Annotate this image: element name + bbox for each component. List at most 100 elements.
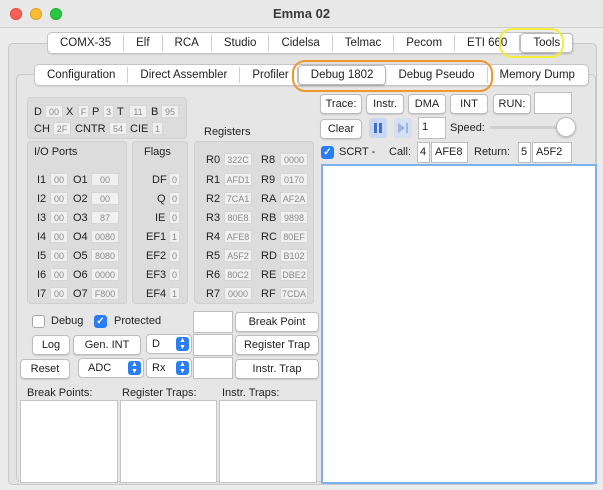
call-register-input[interactable]: 4: [417, 142, 430, 163]
tab-studio[interactable]: Studio: [212, 35, 270, 51]
reg-re-value: DBE2: [280, 268, 308, 281]
reg-r3-value: 80E8: [224, 211, 252, 224]
step-icon: [398, 123, 405, 133]
io-ports-title: I/O Ports: [34, 146, 78, 158]
chevron-updown-icon: ▲ ▼: [128, 361, 141, 375]
tab-elf[interactable]: Elf: [124, 35, 163, 51]
reg-r2-value: 7CA1: [224, 192, 252, 205]
register-select[interactable]: D ▲ ▼: [146, 334, 192, 354]
tab-telmac[interactable]: Telmac: [333, 35, 395, 51]
reg-b-label: B: [151, 106, 159, 118]
port-i3-label: I3: [37, 212, 47, 224]
reg-r5-value: A5F2: [224, 249, 252, 262]
pause-icon: [374, 123, 377, 133]
reg-r7-label: R7: [206, 288, 221, 300]
tab-rca[interactable]: RCA: [163, 35, 212, 51]
tab-configuration[interactable]: Configuration: [35, 67, 129, 83]
reg-r7-value: 0000: [224, 287, 252, 300]
pause-button[interactable]: [369, 118, 387, 138]
reg-p-label: P: [92, 106, 100, 118]
debug-checkbox[interactable]: [32, 315, 45, 328]
reg-cntr-label: CNTR: [75, 123, 106, 135]
tab-eti660[interactable]: ETI 660: [455, 35, 521, 51]
protected-label: Protected: [114, 315, 162, 327]
reg-t-label: T: [117, 106, 124, 118]
port-o4-value: 0080: [91, 230, 119, 243]
gen-int-button[interactable]: Gen. INT: [73, 335, 141, 355]
step-count-input[interactable]: 1: [418, 117, 446, 139]
port-o7-label: O7: [73, 288, 88, 300]
port-o7-value: F800: [91, 287, 119, 300]
trace-instr-button[interactable]: Instr.: [366, 94, 404, 114]
reg-r4-label: R4: [206, 231, 221, 243]
call-label: Call:: [389, 146, 412, 158]
rx-select[interactable]: Rx ▲ ▼: [146, 358, 192, 378]
register-select-value: D: [152, 338, 160, 350]
register-traps-list[interactable]: [120, 400, 217, 483]
reg-rb-value: 9898: [280, 211, 308, 224]
tab-tools[interactable]: Tools: [520, 33, 574, 53]
tab-direct-assembler[interactable]: Direct Assembler: [128, 67, 241, 83]
reg-r1-value: AFD1: [224, 173, 252, 186]
speed-slider-knob[interactable]: [556, 117, 576, 137]
port-o1-label: O1: [73, 174, 88, 186]
register-trap-button[interactable]: Register Trap: [235, 335, 319, 355]
reg-cntr-value: 54: [109, 122, 127, 135]
break-points-label: Break Points:: [27, 387, 93, 399]
tab-debug-1802[interactable]: Debug 1802: [297, 65, 387, 85]
trace-dma-button[interactable]: DMA: [408, 94, 446, 114]
trace-button[interactable]: Trace:: [320, 94, 362, 114]
call-address-input[interactable]: AFE8: [431, 142, 468, 163]
adc-select[interactable]: ADC ▲ ▼: [78, 358, 144, 378]
port-o6-label: O6: [73, 269, 88, 281]
reset-button[interactable]: Reset: [20, 359, 70, 379]
return-register-input[interactable]: 5: [518, 142, 531, 163]
port-i2-value: 00: [50, 192, 68, 205]
tab-cidelsa[interactable]: Cidelsa: [269, 35, 333, 51]
instr-trap-input[interactable]: [193, 357, 233, 379]
trace-int-button[interactable]: INT: [450, 94, 488, 114]
window-title: Emma 02: [272, 6, 331, 21]
protected-checkbox[interactable]: ✓: [94, 315, 107, 328]
break-point-button[interactable]: Break Point: [235, 312, 319, 332]
flag-ie-label: IE: [155, 212, 166, 224]
scrt-checkbox[interactable]: ✓: [321, 146, 334, 159]
trace-output-area[interactable]: [321, 164, 597, 484]
rx-select-value: Rx: [152, 362, 166, 374]
main-tab-bar: COMX-35 Elf RCA Studio Cidelsa Telmac Pe…: [47, 32, 574, 54]
reg-r3-label: R3: [206, 212, 221, 224]
tab-debug-pseudo[interactable]: Debug Pseudo: [386, 67, 488, 83]
reg-r6-label: R6: [206, 269, 221, 281]
run-address-input[interactable]: [534, 92, 572, 114]
instr-traps-list[interactable]: [219, 400, 317, 483]
port-o3-value: 87: [91, 211, 119, 224]
scrt-label: SCRT -: [339, 146, 376, 158]
tab-comx35[interactable]: COMX-35: [48, 35, 125, 51]
reg-x-value: F: [78, 105, 89, 118]
register-trap-input[interactable]: [193, 334, 233, 356]
return-label: Return:: [474, 146, 511, 158]
reg-r9-value: 0170: [280, 173, 308, 186]
instr-trap-button[interactable]: Instr. Trap: [235, 359, 319, 379]
tab-memory-dump[interactable]: Memory Dump: [488, 67, 587, 83]
reg-ch-value: 2F: [53, 122, 71, 135]
reg-ra-value: AF2A: [280, 192, 308, 205]
status-register-group: [27, 97, 187, 139]
step-button[interactable]: [394, 118, 412, 138]
run-button[interactable]: RUN:: [493, 94, 531, 114]
break-points-list[interactable]: [20, 400, 118, 483]
tab-pecom[interactable]: Pecom: [394, 35, 456, 51]
log-button[interactable]: Log: [32, 335, 70, 355]
flags-title: Flags: [144, 146, 171, 158]
reg-r8-value: 0000: [280, 153, 308, 166]
breakpoint-input[interactable]: [193, 311, 233, 333]
clear-button[interactable]: Clear: [320, 119, 362, 139]
reg-t-value: 11: [129, 105, 147, 118]
port-o5-label: O5: [73, 250, 88, 262]
tab-profiler[interactable]: Profiler: [240, 67, 298, 83]
port-i7-value: 00: [50, 287, 68, 300]
reg-rd-label: RD: [261, 250, 277, 262]
flag-ef2-label: EF2: [146, 250, 167, 262]
debug-label: Debug: [51, 315, 84, 327]
return-address-input[interactable]: A5F2: [532, 142, 572, 163]
